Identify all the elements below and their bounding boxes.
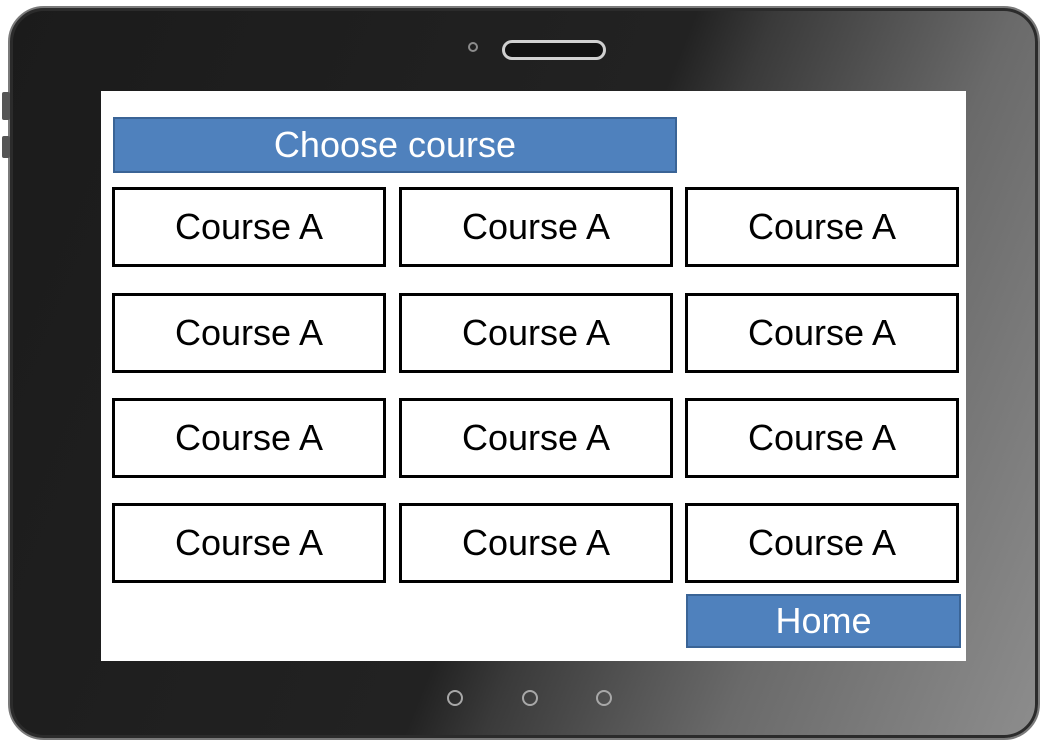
course-button[interactable]: Course A xyxy=(112,293,386,373)
course-button[interactable]: Course A xyxy=(112,187,386,267)
course-button[interactable]: Course A xyxy=(685,187,959,267)
home-button[interactable]: Home xyxy=(686,594,961,648)
course-button[interactable]: Course A xyxy=(685,503,959,583)
volume-up-side-button[interactable] xyxy=(2,92,10,120)
home-button-icon[interactable] xyxy=(522,690,538,706)
page-title: Choose course xyxy=(113,117,677,173)
back-button-icon[interactable] xyxy=(447,690,463,706)
course-button[interactable]: Course A xyxy=(399,503,673,583)
tablet-screen: Choose course Course A Course A Course A… xyxy=(101,91,966,661)
camera-icon xyxy=(468,42,478,52)
course-button[interactable]: Course A xyxy=(399,293,673,373)
volume-down-side-button[interactable] xyxy=(2,136,10,158)
menu-button-icon[interactable] xyxy=(596,690,612,706)
course-button[interactable]: Course A xyxy=(399,398,673,478)
course-button[interactable]: Course A xyxy=(112,398,386,478)
course-button[interactable]: Course A xyxy=(685,293,959,373)
course-button[interactable]: Course A xyxy=(685,398,959,478)
course-button[interactable]: Course A xyxy=(399,187,673,267)
course-button[interactable]: Course A xyxy=(112,503,386,583)
speaker-icon xyxy=(502,40,606,60)
